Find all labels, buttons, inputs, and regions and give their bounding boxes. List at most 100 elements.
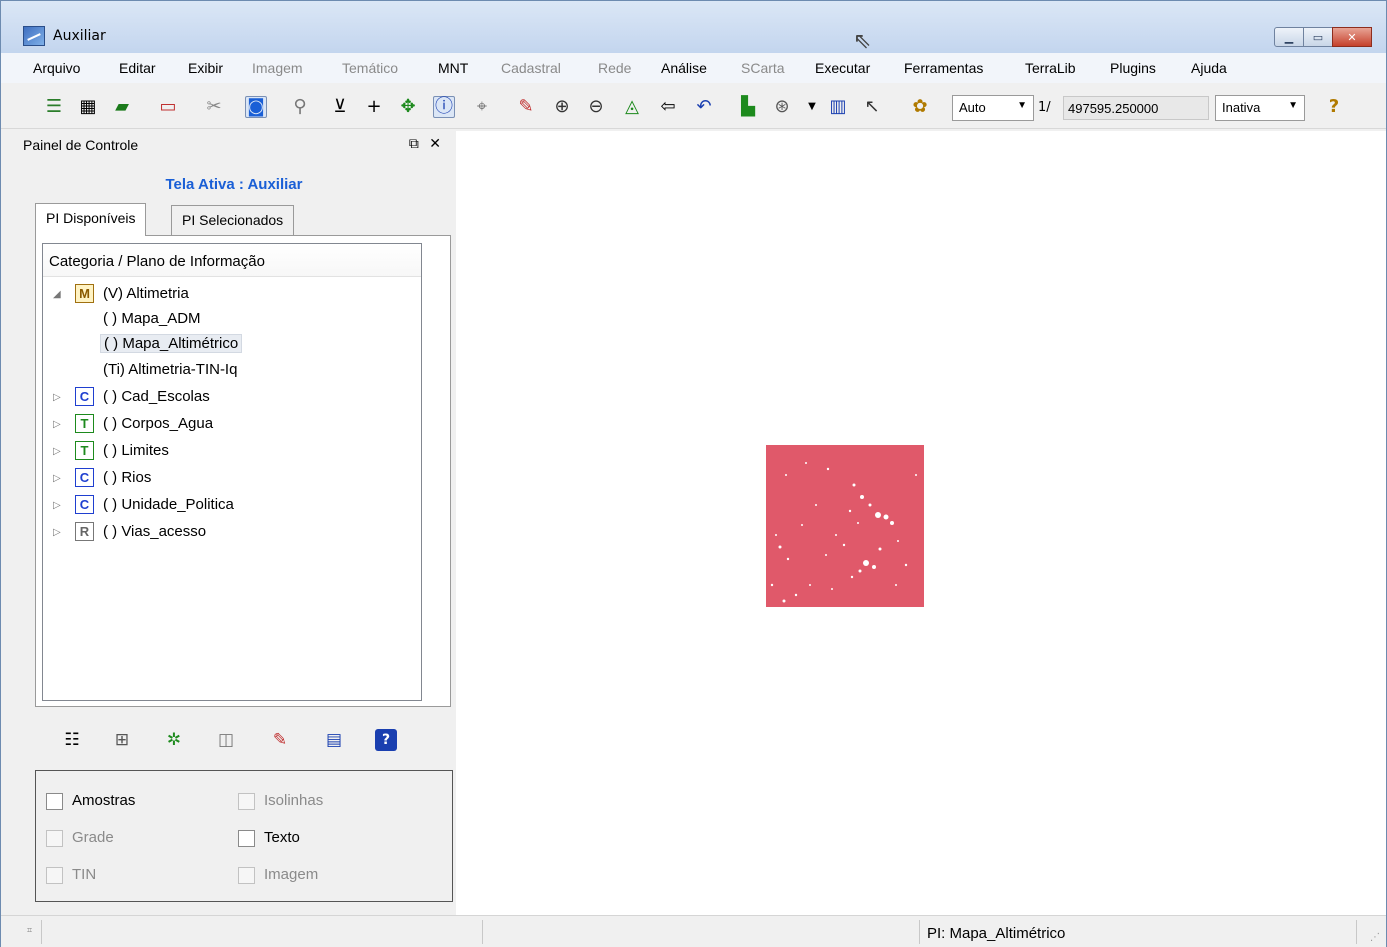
menu-tematico[interactable]: Temático: [342, 60, 398, 76]
zoom-out-icon[interactable]: ⊖: [585, 96, 607, 118]
tab-pi-disponiveis[interactable]: PI Disponíveis: [35, 203, 147, 236]
panel-close-icon[interactable]: ✕: [429, 136, 441, 152]
minimize-button[interactable]: ▁: [1274, 27, 1304, 47]
chevron-down-icon: ▼: [1288, 100, 1298, 111]
checkbox-box[interactable]: [238, 793, 255, 810]
tree-item-rios[interactable]: ( ) Rios: [103, 469, 151, 486]
category-t-icon: T: [75, 414, 94, 433]
list-icon[interactable]: ☷: [61, 729, 83, 751]
pencil-icon[interactable]: ✎: [269, 729, 291, 751]
tab-pi-selecionados[interactable]: PI Selecionados: [171, 205, 295, 235]
expand-arrow-icon[interactable]: ▷: [53, 473, 61, 484]
active-screen-label: Tela Ativa : Auxiliar: [165, 176, 303, 193]
checkbox-box[interactable]: [238, 830, 255, 847]
tree-item-corpos-agua[interactable]: ( ) Corpos_Agua: [103, 415, 213, 432]
menu-terralib[interactable]: TerraLib: [1025, 60, 1076, 76]
status-bar: ⌗ PI: Mapa_Altimétrico ⋰: [1, 915, 1386, 947]
expand-arrow-icon[interactable]: ▷: [53, 446, 61, 457]
menu-plugins[interactable]: Plugins: [1110, 60, 1156, 76]
edit-icon[interactable]: ✎: [515, 96, 537, 118]
insert-icon[interactable]: ⊻: [329, 96, 351, 118]
zoom-icon[interactable]: ⚲: [289, 96, 311, 118]
menu-arquivo[interactable]: Arquivo: [33, 60, 80, 76]
menu-cadastral[interactable]: Cadastral: [501, 60, 561, 76]
layers-icon[interactable]: ☰: [43, 96, 65, 118]
zoom-mode-select[interactable]: Auto ▼: [952, 95, 1034, 121]
main-toolbar: ☰ ▦ ▰ ▭ ✂ ◙ ⚲ ⊻ + ✥ ⓘ ⌖ ✎ ⊕ ⊖ ◬ ⇦ ↶ ▙ ⊛ …: [1, 83, 1386, 129]
expand-arrow-icon[interactable]: ▷: [53, 500, 61, 511]
tree-child-mapa-adm[interactable]: ( ) Mapa_ADM: [103, 310, 201, 327]
menu-scarta[interactable]: SCarta: [741, 60, 785, 76]
menu-exibir[interactable]: Exibir: [188, 60, 223, 76]
tree-child-mapa-altimetrico[interactable]: ( ) Mapa_Altimétrico: [100, 334, 243, 353]
main-window: Auxiliar ▁ ▭ ✕ ⇖ Arquivo Editar Exibir I…: [0, 0, 1387, 947]
panel-title: Painel de Controle: [23, 137, 139, 153]
tree-header: Categoria / Plano de Informação: [43, 244, 421, 277]
category-c-icon: C: [75, 468, 94, 487]
info-icon[interactable]: ⓘ: [433, 96, 455, 118]
control-panel: Painel de Controle ⧉ ✕ Tela Ativa : Auxi…: [19, 133, 453, 909]
table-icon[interactable]: ⊞: [111, 729, 133, 751]
checkbox-box[interactable]: [238, 867, 255, 884]
title-bar[interactable]: Auxiliar ▁ ▭ ✕: [1, 1, 1386, 53]
rectangle-icon[interactable]: ▭: [157, 96, 179, 118]
scale-input[interactable]: 497595.250000: [1063, 96, 1209, 120]
layer-tree[interactable]: Categoria / Plano de Informação ◢ M (V) …: [42, 243, 422, 701]
panel-help-icon[interactable]: ?: [375, 729, 397, 751]
menu-ajuda[interactable]: Ajuda: [1191, 60, 1227, 76]
checkbox-box[interactable]: [46, 867, 63, 884]
zoom-area-icon[interactable]: ◬: [621, 96, 643, 118]
expand-arrow-icon[interactable]: ▷: [53, 527, 61, 538]
pan-icon[interactable]: ✥: [397, 96, 419, 118]
tree-child-altimetria-tin[interactable]: (Ti) Altimetria-TIN-Iq: [103, 361, 237, 378]
help-icon[interactable]: ?: [1323, 96, 1345, 118]
eraser-shape-icon[interactable]: ▰: [111, 96, 133, 118]
menu-imagem[interactable]: Imagem: [252, 60, 303, 76]
mouse-cursor-icon: ⇖: [853, 29, 872, 54]
measure-icon[interactable]: ⌖: [471, 96, 493, 118]
collapse-arrow-icon[interactable]: ◢: [53, 289, 61, 300]
resize-grip-icon[interactable]: ⋰: [1370, 932, 1380, 943]
symbol-icon[interactable]: ⊛: [771, 96, 793, 118]
menu-mnt[interactable]: MNT: [438, 60, 468, 76]
grid-icon[interactable]: ▦: [77, 96, 99, 118]
close-button[interactable]: ✕: [1332, 27, 1372, 47]
menu-rede[interactable]: Rede: [598, 60, 631, 76]
raster-icon[interactable]: ▙: [737, 96, 759, 118]
clear-icon[interactable]: ✂: [203, 96, 225, 118]
expand-arrow-icon[interactable]: ▷: [53, 392, 61, 403]
palette-icon[interactable]: ✿: [909, 96, 931, 118]
menu-analise[interactable]: Análise: [661, 60, 707, 76]
status-grip-icon: ⌗: [27, 926, 33, 936]
tree-item-unidade-politica[interactable]: ( ) Unidade_Politica: [103, 496, 234, 513]
zoom-in-icon[interactable]: ⊕: [551, 96, 573, 118]
properties-icon[interactable]: ▤: [323, 729, 345, 751]
category-t-icon: T: [75, 441, 94, 460]
select-icon[interactable]: ◙: [245, 96, 267, 118]
chart-icon[interactable]: ◫: [215, 729, 237, 751]
back-icon[interactable]: ⇦: [657, 96, 679, 118]
expand-arrow-icon[interactable]: ▷: [53, 419, 61, 430]
menu-executar[interactable]: Executar: [815, 60, 870, 76]
map-canvas[interactable]: [456, 131, 1386, 915]
menu-editar[interactable]: Editar: [119, 60, 156, 76]
status-select[interactable]: Inativa ▼: [1215, 95, 1305, 121]
checkbox-box[interactable]: [46, 830, 63, 847]
legend-icon[interactable]: ▥: [827, 96, 849, 118]
maximize-button[interactable]: ▭: [1303, 27, 1333, 47]
menu-ferramentas[interactable]: Ferramentas: [904, 60, 983, 76]
symbol-dropdown-icon[interactable]: ▼: [801, 96, 823, 118]
add-point-icon[interactable]: +: [363, 96, 385, 118]
app-icon: [23, 26, 45, 46]
tree-item-limites[interactable]: ( ) Limites: [103, 442, 169, 459]
checkbox-box[interactable]: [46, 793, 63, 810]
tree-item-vias-acesso[interactable]: ( ) Vias_acesso: [103, 523, 206, 540]
checkbox-label: Imagem: [264, 866, 319, 883]
float-icon[interactable]: ⧉: [409, 136, 419, 152]
tree-item-cad-escolas[interactable]: ( ) Cad_Escolas: [103, 388, 210, 405]
window-title: Auxiliar: [53, 28, 106, 44]
cursor-plus-icon[interactable]: ↖: [861, 96, 883, 118]
tree-item-altimetria[interactable]: (V) Altimetria: [103, 285, 189, 302]
undo-icon[interactable]: ↶: [693, 96, 715, 118]
tools-icon[interactable]: ✲: [163, 729, 185, 751]
